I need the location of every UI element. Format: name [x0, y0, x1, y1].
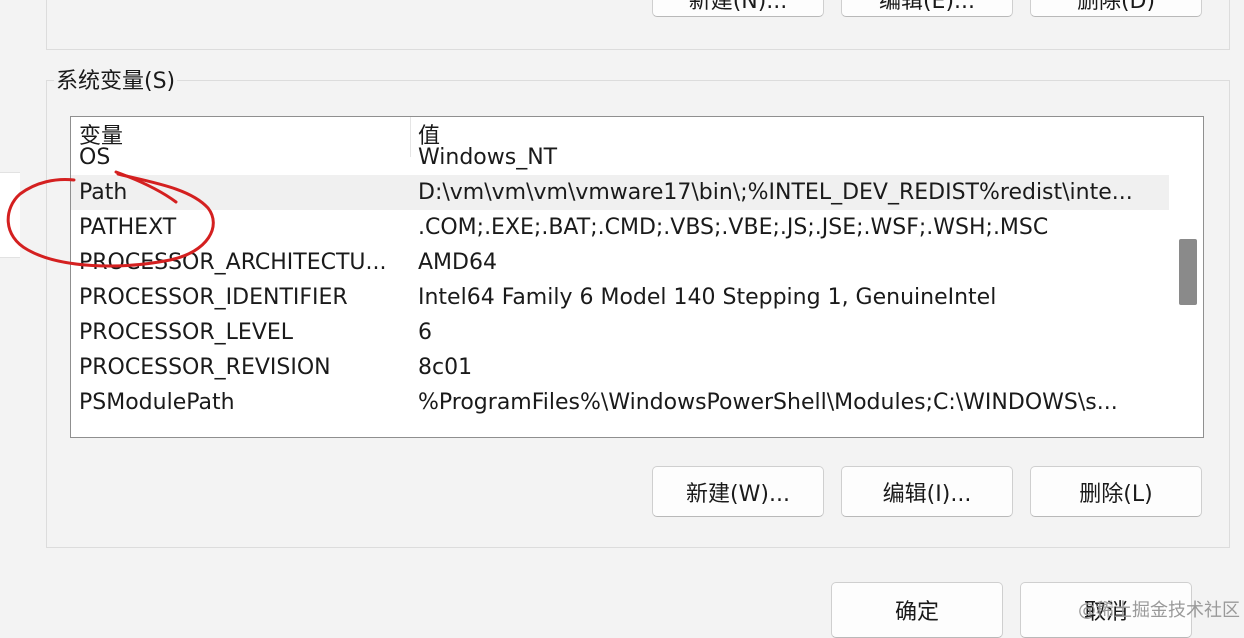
system-new-button[interactable]: 新建(W)...	[652, 466, 824, 517]
row-variable-value: 6	[418, 320, 432, 345]
table-row[interactable]: PSModulePath %ProgramFiles%\WindowsPower…	[71, 385, 1169, 420]
ok-button[interactable]: 确定	[831, 582, 1003, 638]
left-pane-strip	[0, 0, 20, 624]
row-variable-value: Intel64 Family 6 Model 140 Stepping 1, G…	[418, 285, 997, 310]
table-row[interactable]: PROCESSOR_REVISION 8c01	[71, 350, 1169, 385]
user-edit-button[interactable]: 编辑(E)...	[841, 0, 1013, 17]
row-variable-name: OS	[79, 145, 111, 170]
table-row-selected[interactable]: Path D:\vm\vm\vm\vmware17\bin\;%INTEL_DE…	[71, 175, 1169, 210]
row-variable-value: D:\vm\vm\vm\vmware17\bin\;%INTEL_DEV_RED…	[418, 180, 1133, 205]
table-row[interactable]: PROCESSOR_LEVEL 6	[71, 315, 1169, 350]
scrollbar-thumb[interactable]	[1179, 239, 1197, 305]
row-variable-name: PROCESSOR_REVISION	[79, 355, 331, 380]
vertical-scrollbar[interactable]	[1169, 117, 1203, 437]
table-row[interactable]: OS Windows_NT	[71, 140, 1169, 175]
system-variables-list[interactable]: 变量 值 OS Windows_NT Path D:\vm\vm\vm\vmwa…	[70, 116, 1204, 438]
row-variable-value: 8c01	[418, 355, 473, 380]
system-variables-title: 系统变量(S)	[54, 66, 178, 98]
table-row[interactable]: PROCESSOR_ARCHITECTU... AMD64	[71, 245, 1169, 280]
watermark: @稀土掘金技术社区	[1078, 600, 1240, 621]
row-variable-name: PATHEXT	[79, 215, 177, 240]
user-new-button[interactable]: 新建(N)...	[652, 0, 824, 17]
row-variable-name: PROCESSOR_IDENTIFIER	[79, 285, 348, 310]
row-variable-name: PROCESSOR_ARCHITECTU...	[79, 250, 387, 275]
row-variable-name: PROCESSOR_LEVEL	[79, 320, 294, 345]
user-delete-button[interactable]: 删除(D)	[1030, 0, 1202, 17]
row-variable-value: AMD64	[418, 250, 497, 275]
row-variable-name: PSModulePath	[79, 390, 235, 415]
system-edit-button[interactable]: 编辑(I)...	[841, 466, 1013, 517]
table-row[interactable]: PROCESSOR_IDENTIFIER Intel64 Family 6 Mo…	[71, 280, 1169, 315]
row-variable-name: Path	[79, 180, 128, 205]
row-variable-value: %ProgramFiles%\WindowsPowerShell\Modules…	[418, 390, 1118, 415]
row-variable-value: Windows_NT	[418, 145, 558, 170]
list-rows: OS Windows_NT Path D:\vm\vm\vm\vmware17\…	[71, 145, 1169, 420]
table-row[interactable]: PATHEXT .COM;.EXE;.BAT;.CMD;.VBS;.VBE;.J…	[71, 210, 1169, 245]
row-variable-value: .COM;.EXE;.BAT;.CMD;.VBS;.VBE;.JS;.JSE;.…	[418, 215, 1049, 240]
system-delete-button[interactable]: 删除(L)	[1030, 466, 1202, 517]
left-pane-tab	[0, 172, 20, 258]
